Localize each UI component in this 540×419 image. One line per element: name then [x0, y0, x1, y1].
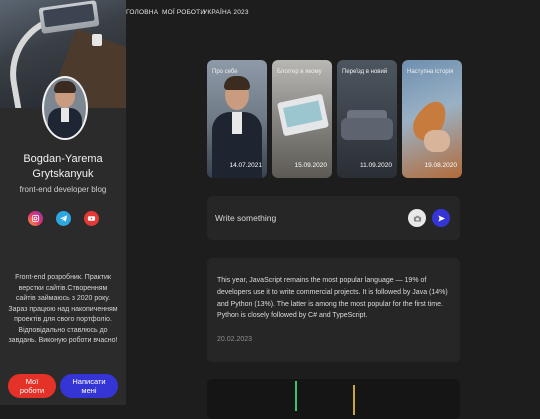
story-title: Блоггер в якому [277, 69, 322, 75]
send-icon[interactable] [432, 209, 450, 227]
story-date: 15.09.2020 [294, 162, 327, 169]
blog-post-image [207, 379, 460, 419]
blog-post: This year, JavaScript remains the most p… [207, 258, 460, 362]
youtube-icon[interactable] [84, 211, 99, 226]
author-name-last: Grytskanyuk [32, 168, 94, 180]
author-name-first: Bogdan-Yarema [23, 153, 103, 165]
post-date: 20.02.2023 [217, 336, 253, 343]
social-links [28, 211, 100, 227]
story-title: Переїзд в новий [342, 69, 388, 75]
story-date: 19.08.2020 [424, 162, 457, 169]
nav-home[interactable]: ГОЛОВНА [126, 9, 158, 16]
stories-strip: Про себе 14.07.2021 Блоггер в якому 15.0… [207, 60, 462, 178]
write-me-button[interactable]: Написати мені [60, 374, 118, 398]
story-card[interactable]: Блоггер в якому 15.09.2020 [272, 60, 332, 178]
story-date: 11.09.2020 [359, 162, 392, 169]
story-card[interactable]: Переїзд в новий 11.09.2020 [337, 60, 397, 178]
sidebar: Bogdan-Yarema Grytskanyuk front-end deve… [0, 0, 126, 405]
nav-my-works[interactable]: МОЇ РОБОТИ [162, 9, 205, 16]
story-date: 14.07.2021 [229, 162, 262, 169]
about-text: Front-end розробник. Практик верстки сай… [8, 274, 118, 344]
story-card[interactable]: Наступна історія 19.08.2020 [402, 60, 462, 178]
story-card[interactable]: Про себе 14.07.2021 [207, 60, 267, 178]
avatar[interactable] [42, 76, 88, 140]
telegram-icon[interactable] [56, 211, 71, 226]
post-text: This year, JavaScript remains the most p… [217, 277, 448, 320]
story-title: Про себе [212, 69, 238, 75]
my-works-button[interactable]: Мої роботи [8, 374, 56, 398]
nav-ukraine-2023[interactable]: УКРАЇНА 2023 [203, 9, 249, 16]
post-composer[interactable]: Write something [207, 196, 460, 240]
camera-icon[interactable] [408, 209, 426, 227]
composer-input[interactable]: Write something [215, 213, 276, 223]
story-title: Наступна історія [407, 69, 454, 75]
instagram-icon[interactable] [28, 211, 43, 226]
blog-tagline: front-end developer blog [19, 185, 107, 194]
